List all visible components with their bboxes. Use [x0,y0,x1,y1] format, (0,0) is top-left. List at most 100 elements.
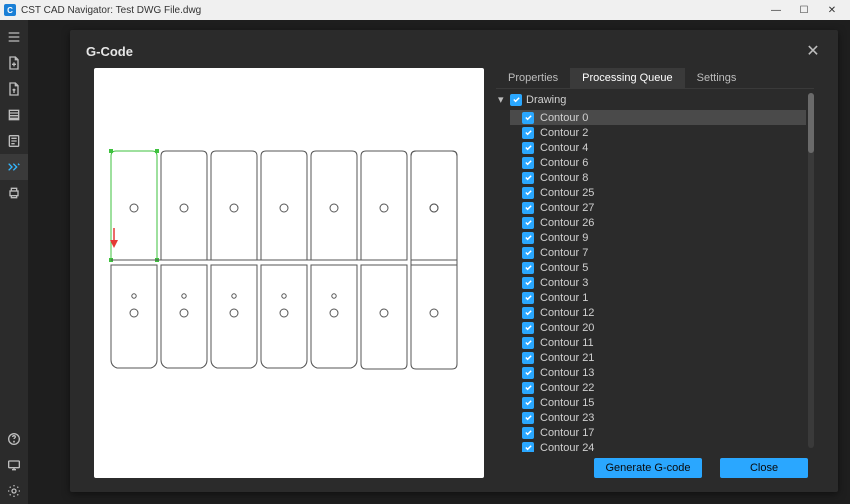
tree-item[interactable]: Contour 11 [510,335,806,350]
generate-gcode-button[interactable]: Generate G-code [594,458,702,478]
checkbox[interactable] [522,277,534,289]
tree-item-label: Contour 8 [540,172,588,184]
tree-item-label: Contour 23 [540,412,594,424]
checkbox[interactable] [510,94,522,106]
tree-item-label: Contour 2 [540,127,588,139]
tree-item-label: Contour 15 [540,397,594,409]
tree-item[interactable]: Contour 7 [510,245,806,260]
tree-item-label: Contour 1 [540,292,588,304]
checkbox[interactable] [522,367,534,379]
window-minimize-button[interactable]: — [762,1,790,19]
tree-item-label: Contour 3 [540,277,588,289]
checkbox[interactable] [522,127,534,139]
tree-item-label: Contour 0 [540,112,588,124]
gcode-icon[interactable] [0,154,28,180]
checkbox[interactable] [522,307,534,319]
dialog-title: G-Code [86,44,804,59]
tree-item[interactable]: Contour 26 [510,215,806,230]
tree-item[interactable]: Contour 13 [510,365,806,380]
tree-item[interactable]: Contour 20 [510,320,806,335]
tree-item[interactable]: Contour 9 [510,230,806,245]
tree-item[interactable]: Contour 4 [510,140,806,155]
checkbox[interactable] [522,232,534,244]
tree-item[interactable]: Contour 6 [510,155,806,170]
monitor-icon[interactable] [0,452,28,478]
checkbox[interactable] [522,247,534,259]
checkbox[interactable] [522,187,534,199]
tree-item[interactable]: Contour 12 [510,305,806,320]
dialog-close-button[interactable]: ✕ [804,42,822,60]
checkbox[interactable] [522,262,534,274]
tree-item[interactable]: Contour 15 [510,395,806,410]
checkbox[interactable] [522,352,534,364]
checkbox[interactable] [522,202,534,214]
checkbox[interactable] [522,427,534,439]
sidebar [0,20,28,504]
tree-item[interactable]: Contour 5 [510,260,806,275]
tree-item[interactable]: Contour 0 [510,110,806,125]
settings-icon[interactable] [0,478,28,504]
gcode-dialog: G-Code ✕ [70,30,838,492]
checkbox[interactable] [522,172,534,184]
tree-item[interactable]: Contour 8 [510,170,806,185]
checkbox[interactable] [522,112,534,124]
new-file-icon[interactable] [0,50,28,76]
properties-icon[interactable] [0,128,28,154]
tree-item-label: Contour 4 [540,142,588,154]
tree-item-label: Contour 9 [540,232,588,244]
tree-item-label: Contour 21 [540,352,594,364]
window-maximize-button[interactable]: ☐ [790,1,818,19]
menu-icon[interactable] [0,24,28,50]
window-title: CST CAD Navigator: Test DWG File.dwg [21,5,762,16]
scrollbar[interactable] [808,93,814,448]
dialog-footer: Generate G-code Close [496,452,814,478]
layers-icon[interactable] [0,102,28,128]
dialog-tabs: PropertiesProcessing QueueSettings [496,68,814,89]
print-icon[interactable] [0,180,28,206]
tree-item[interactable]: Contour 22 [510,380,806,395]
checkbox[interactable] [522,397,534,409]
window-close-button[interactable]: ✕ [818,1,846,19]
tree-list: Contour 0 Contour 2 Contour 4 Contour 6 Cont… [496,110,806,452]
right-pane: PropertiesProcessing QueueSettings ▾ Dra… [496,68,814,478]
tab-settings[interactable]: Settings [685,68,749,88]
tree-root-label: Drawing [526,94,566,106]
tab-properties[interactable]: Properties [496,68,570,88]
checkbox[interactable] [522,217,534,229]
tab-processing-queue[interactable]: Processing Queue [570,68,685,88]
checkbox[interactable] [522,322,534,334]
checkbox[interactable] [522,292,534,304]
checkbox[interactable] [522,337,534,349]
tree-item-label: Contour 24 [540,442,594,453]
canvas-preview[interactable] [94,68,484,478]
tree-item-label: Contour 20 [540,322,594,334]
tree-root[interactable]: ▾ Drawing [496,89,806,110]
tree-item[interactable]: Contour 1 [510,290,806,305]
tree-item-label: Contour 25 [540,187,594,199]
tree-item[interactable]: Contour 2 [510,125,806,140]
scrollbar-thumb[interactable] [808,93,814,153]
checkbox[interactable] [522,442,534,453]
tree-item-label: Contour 7 [540,247,588,259]
checkbox[interactable] [522,382,534,394]
open-file-icon[interactable] [0,76,28,102]
help-icon[interactable] [0,426,28,452]
checkbox[interactable] [522,157,534,169]
tree-item-label: Contour 5 [540,262,588,274]
tree-item[interactable]: Contour 25 [510,185,806,200]
tree-item[interactable]: Contour 27 [510,200,806,215]
checkbox[interactable] [522,412,534,424]
tree-item[interactable]: Contour 21 [510,350,806,365]
tree-item[interactable]: Contour 23 [510,410,806,425]
tree-item[interactable]: Contour 3 [510,275,806,290]
tree-item-label: Contour 11 [540,337,594,349]
expand-icon[interactable]: ▾ [498,93,508,106]
tree-item[interactable]: Contour 17 [510,425,806,440]
tree-item-label: Contour 17 [540,427,594,439]
close-button[interactable]: Close [720,458,808,478]
tree-item-label: Contour 6 [540,157,588,169]
checkbox[interactable] [522,142,534,154]
tree-item[interactable]: Contour 24 [510,440,806,452]
app-icon: C [4,4,16,16]
tree-item-label: Contour 26 [540,217,594,229]
